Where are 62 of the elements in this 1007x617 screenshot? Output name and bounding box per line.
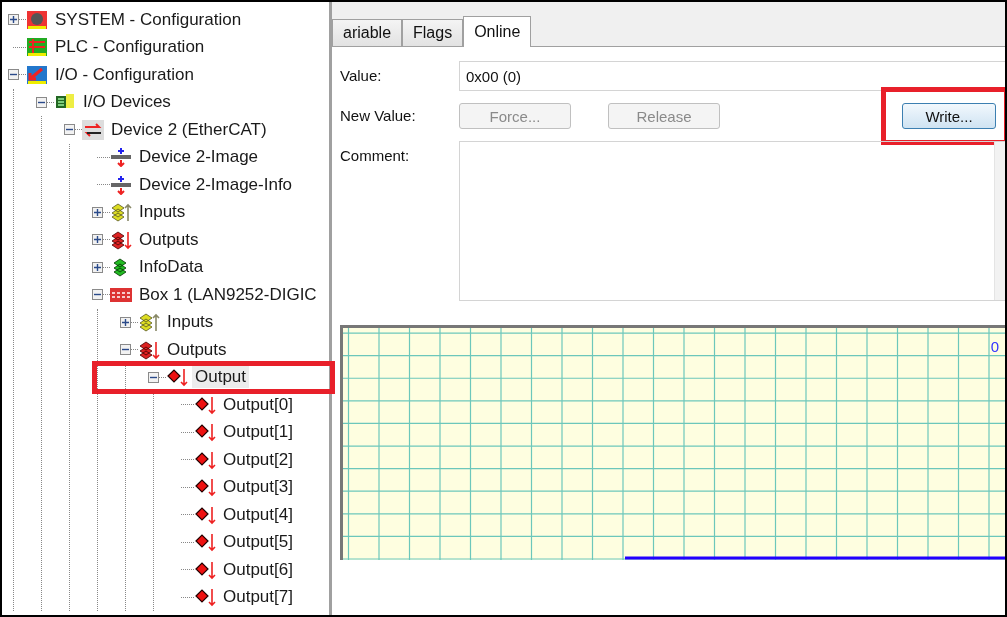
collapse-toggle[interactable] bbox=[36, 96, 47, 108]
field-label: Value: bbox=[340, 66, 383, 86]
comment-field[interactable] bbox=[459, 141, 1005, 301]
expand-toggle[interactable] bbox=[92, 206, 103, 218]
expand-toggle[interactable] bbox=[120, 316, 131, 328]
tree-item[interactable]: I/O - Configuration bbox=[52, 63, 197, 86]
tree-item[interactable]: Device 2-Image bbox=[136, 146, 262, 169]
collapse-toggle[interactable] bbox=[92, 289, 103, 301]
image-icon bbox=[110, 174, 132, 195]
output-icon bbox=[194, 504, 216, 525]
tree-item[interactable]: PLC - Configuration bbox=[52, 36, 208, 59]
tree-item[interactable]: Inputs bbox=[164, 311, 217, 334]
tree-item[interactable]: Device 2-Image-Info bbox=[136, 173, 296, 196]
value-field: 0x00 (0) bbox=[459, 61, 1005, 91]
tree-item[interactable]: Output[2] bbox=[220, 448, 296, 471]
collapse-toggle[interactable] bbox=[8, 69, 19, 81]
tab[interactable]: Flags bbox=[402, 19, 464, 46]
scale-label: 0 bbox=[990, 338, 999, 355]
tree-item[interactable]: Outputs bbox=[136, 228, 202, 251]
field-label: Comment: bbox=[340, 146, 411, 166]
tree-item[interactable]: I/O Devices bbox=[80, 91, 174, 114]
collapse-toggle[interactable] bbox=[64, 124, 75, 136]
action-button[interactable]: Write... bbox=[902, 103, 996, 129]
collapse-toggle[interactable] bbox=[120, 344, 131, 356]
expand-toggle[interactable] bbox=[92, 234, 103, 246]
input-stack-icon bbox=[138, 312, 160, 333]
tree-item[interactable]: Output[5] bbox=[220, 531, 296, 554]
tree-item[interactable]: Output[1] bbox=[220, 421, 296, 444]
tree-item[interactable]: Output[6] bbox=[220, 558, 296, 581]
output-stack-icon bbox=[138, 339, 160, 360]
tree-item[interactable]: Inputs bbox=[136, 201, 189, 224]
image-icon bbox=[110, 147, 132, 168]
tree-item[interactable]: Output bbox=[192, 366, 250, 389]
output-icon bbox=[194, 449, 216, 470]
tab[interactable]: Online bbox=[463, 16, 532, 47]
field-label: New Value: bbox=[340, 106, 417, 126]
expand-toggle[interactable] bbox=[8, 14, 19, 26]
tree-item[interactable]: Output[0] bbox=[220, 393, 296, 416]
tree-item[interactable]: Output[4] bbox=[220, 503, 296, 526]
input-stack-icon bbox=[110, 202, 132, 223]
output-icon bbox=[194, 559, 216, 580]
io-icon bbox=[26, 64, 48, 85]
tree-item[interactable]: Output[3] bbox=[220, 476, 296, 499]
collapse-toggle[interactable] bbox=[148, 371, 159, 383]
output-icon bbox=[194, 477, 216, 498]
scrollbar[interactable] bbox=[994, 142, 1005, 300]
output-icon bbox=[194, 587, 216, 608]
tree-item[interactable]: InfoData bbox=[136, 256, 207, 279]
network-icon bbox=[82, 119, 104, 140]
circuit-icon bbox=[26, 37, 48, 58]
output-stack-icon bbox=[110, 229, 132, 250]
tree-item[interactable]: Device 2 (EtherCAT) bbox=[108, 118, 270, 141]
output-icon bbox=[166, 367, 188, 388]
tree-item[interactable]: Output[7] bbox=[220, 586, 296, 609]
tree-item[interactable]: SYSTEM - Configuration bbox=[52, 8, 245, 31]
expand-toggle[interactable] bbox=[92, 261, 103, 273]
output-icon bbox=[194, 532, 216, 553]
tree-item[interactable]: Outputs bbox=[164, 338, 230, 361]
output-icon bbox=[194, 422, 216, 443]
output-icon bbox=[194, 394, 216, 415]
tree-item[interactable]: Box 1 (LAN9252-DIGIC bbox=[136, 283, 320, 306]
tab[interactable]: ariable bbox=[332, 19, 403, 46]
